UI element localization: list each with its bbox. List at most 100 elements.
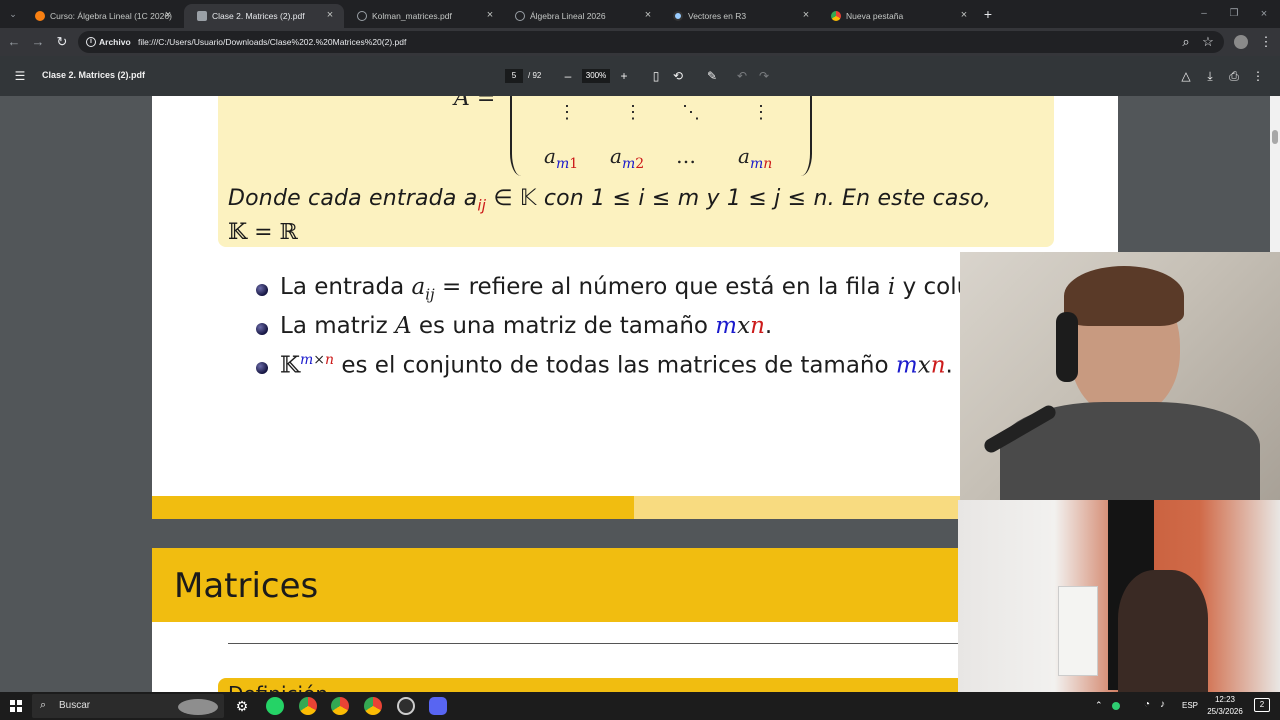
entry-sub-row: m	[749, 156, 764, 172]
windows-start-icon[interactable]	[10, 700, 22, 712]
matrix-entry-amn: amn	[738, 144, 772, 172]
bullet-item-1: La entrada aij = refiere al número que e…	[280, 274, 971, 304]
tab-label: Vectores en R3	[688, 11, 747, 21]
settings-icon[interactable]: ⚙	[233, 697, 251, 715]
slide-footer-bar	[152, 496, 634, 519]
close-icon[interactable]: ×	[958, 9, 970, 21]
undo-icon[interactable]: ↶	[734, 68, 750, 84]
tab-algebra-lineal[interactable]: Álgebra Lineal 2026 ×	[502, 4, 662, 28]
tab-label: Curso: Álgebra Lineal (1C 2026)	[50, 11, 172, 21]
geogebra-icon	[673, 11, 683, 21]
bullet-icon	[256, 323, 268, 335]
bullet-icon	[256, 284, 268, 296]
discord-icon[interactable]	[429, 697, 447, 715]
bullet-text: es el conjunto de todas las matrices de …	[334, 352, 896, 379]
close-icon[interactable]: ×	[162, 9, 174, 21]
whatsapp-icon[interactable]	[266, 697, 284, 715]
bullet-math: 𝕂	[280, 352, 300, 379]
matrix-right-paren	[790, 96, 812, 176]
volume-icon[interactable]: ♪	[1160, 699, 1165, 710]
entry-sub-col: 1	[569, 156, 579, 172]
moodle-icon	[35, 11, 45, 21]
close-icon[interactable]: ×	[800, 9, 812, 21]
zoom-icon[interactable]: ⌕	[1178, 34, 1194, 50]
zoom-input[interactable]: 300%	[582, 69, 610, 83]
entry-sub-col: 2	[635, 156, 645, 172]
bullet-math: m	[715, 313, 738, 339]
tab-vectores[interactable]: Vectores en R3 ×	[660, 4, 820, 28]
close-icon[interactable]: ×	[642, 9, 654, 21]
chrome-profile-icon[interactable]	[299, 697, 317, 715]
chrome-icon	[831, 11, 841, 21]
back-icon[interactable]: ←	[6, 34, 22, 50]
obs-icon[interactable]	[397, 697, 415, 715]
minimize-icon[interactable]: –	[1196, 6, 1212, 22]
redo-icon[interactable]: ↷	[756, 68, 772, 84]
tray-app-icon[interactable]	[1112, 702, 1120, 710]
hamburger-menu-icon[interactable]: ☰	[12, 68, 28, 84]
reload-icon[interactable]: ↻	[54, 34, 70, 50]
fridge-image	[1058, 586, 1098, 676]
scrollbar-thumb[interactable]	[1272, 130, 1278, 144]
bullet-superscript: n	[325, 352, 335, 368]
print-icon[interactable]: ⎙	[1226, 68, 1242, 84]
definition-subscript: ij	[477, 196, 487, 215]
chrome-icon[interactable]	[331, 697, 349, 715]
show-hidden-icons[interactable]: ⌃	[1095, 700, 1103, 711]
tab-label: Clase 2. Matrices (2).pdf	[212, 11, 305, 21]
annotate-icon[interactable]: ✎	[704, 68, 720, 84]
close-window-icon[interactable]: ×	[1256, 6, 1272, 22]
notification-icon[interactable]: 2	[1254, 698, 1270, 712]
language-indicator[interactable]: ESP	[1182, 701, 1198, 710]
vdots: ⋮	[624, 102, 642, 123]
more-options-icon[interactable]: ⋮	[1250, 68, 1266, 84]
drive-icon[interactable]: △	[1178, 68, 1194, 84]
url-text: file:///C:/Users/Usuario/Downloads/Clase…	[138, 37, 407, 47]
tab-nueva[interactable]: Nueva pestaña ×	[818, 4, 978, 28]
vdots: ⋮	[752, 102, 770, 123]
clock-time[interactable]: 12:23	[1202, 695, 1248, 704]
rotate-icon[interactable]: ⟲	[670, 68, 686, 84]
close-icon[interactable]: ×	[324, 9, 336, 21]
pdf-toolbar: ☰ Clase 2. Matrices (2).pdf 5 / 92 – 300…	[0, 56, 1280, 96]
pdf-icon	[197, 11, 207, 21]
hair-image	[1064, 266, 1184, 326]
address-bar[interactable]: i Archivo file:///C:/Users/Usuario/Downl…	[78, 31, 1224, 53]
browser-toolbar: ← → ↻ i Archivo file:///C:/Users/Usuario…	[0, 28, 1280, 56]
restore-icon[interactable]: ❐	[1226, 6, 1242, 22]
matrix-entry-am2: am2	[610, 144, 644, 172]
download-icon[interactable]: ⤓	[1202, 68, 1218, 84]
menu-kebab-icon[interactable]: ⋮	[1258, 34, 1274, 50]
wifi-icon[interactable]: ◔	[1144, 699, 1150, 710]
slide-title: Matrices	[174, 566, 319, 606]
profile-avatar[interactable]	[1234, 35, 1248, 49]
close-icon[interactable]: ×	[484, 9, 496, 21]
taskbar-search[interactable]: ⌕ Buscar	[32, 694, 224, 718]
matrix-entry-am1: am1	[544, 144, 578, 172]
globe-icon	[357, 11, 367, 21]
chrome-icon[interactable]	[364, 697, 382, 715]
file-chip-label: Archivo	[99, 37, 131, 47]
entry-base: a	[738, 144, 750, 168]
bullet-superscript: ×	[313, 352, 326, 368]
person-image	[1118, 570, 1208, 692]
fit-page-icon[interactable]: ▯	[648, 68, 664, 84]
bullet-math: n	[750, 313, 765, 339]
tab-clase-2[interactable]: Clase 2. Matrices (2).pdf ×	[184, 4, 344, 28]
tab-curso[interactable]: Curso: Álgebra Lineal (1C 2026) ×	[22, 4, 182, 28]
notification-count: 2	[1259, 700, 1265, 709]
new-tab-button[interactable]: +	[980, 6, 996, 22]
pdf-title: Clase 2. Matrices (2).pdf	[42, 70, 146, 80]
bookmark-star-icon[interactable]: ☆	[1200, 34, 1216, 50]
tab-search-dropdown-icon[interactable]: ⌄	[5, 6, 21, 22]
file-chip[interactable]: i Archivo	[86, 35, 131, 49]
bullet-text: refiere al número que está en la fila	[468, 274, 888, 300]
vdots: ⋮	[558, 102, 576, 123]
page-number-input[interactable]: 5	[505, 69, 523, 83]
forward-icon[interactable]: →	[30, 34, 46, 50]
zoom-out-button[interactable]: –	[560, 68, 576, 84]
clock-date[interactable]: 25/3/2026	[1202, 707, 1248, 716]
entry-sub-col: n	[763, 156, 773, 172]
tab-kolman[interactable]: Kolman_matrices.pdf ×	[344, 4, 504, 28]
zoom-in-button[interactable]: +	[616, 68, 632, 84]
